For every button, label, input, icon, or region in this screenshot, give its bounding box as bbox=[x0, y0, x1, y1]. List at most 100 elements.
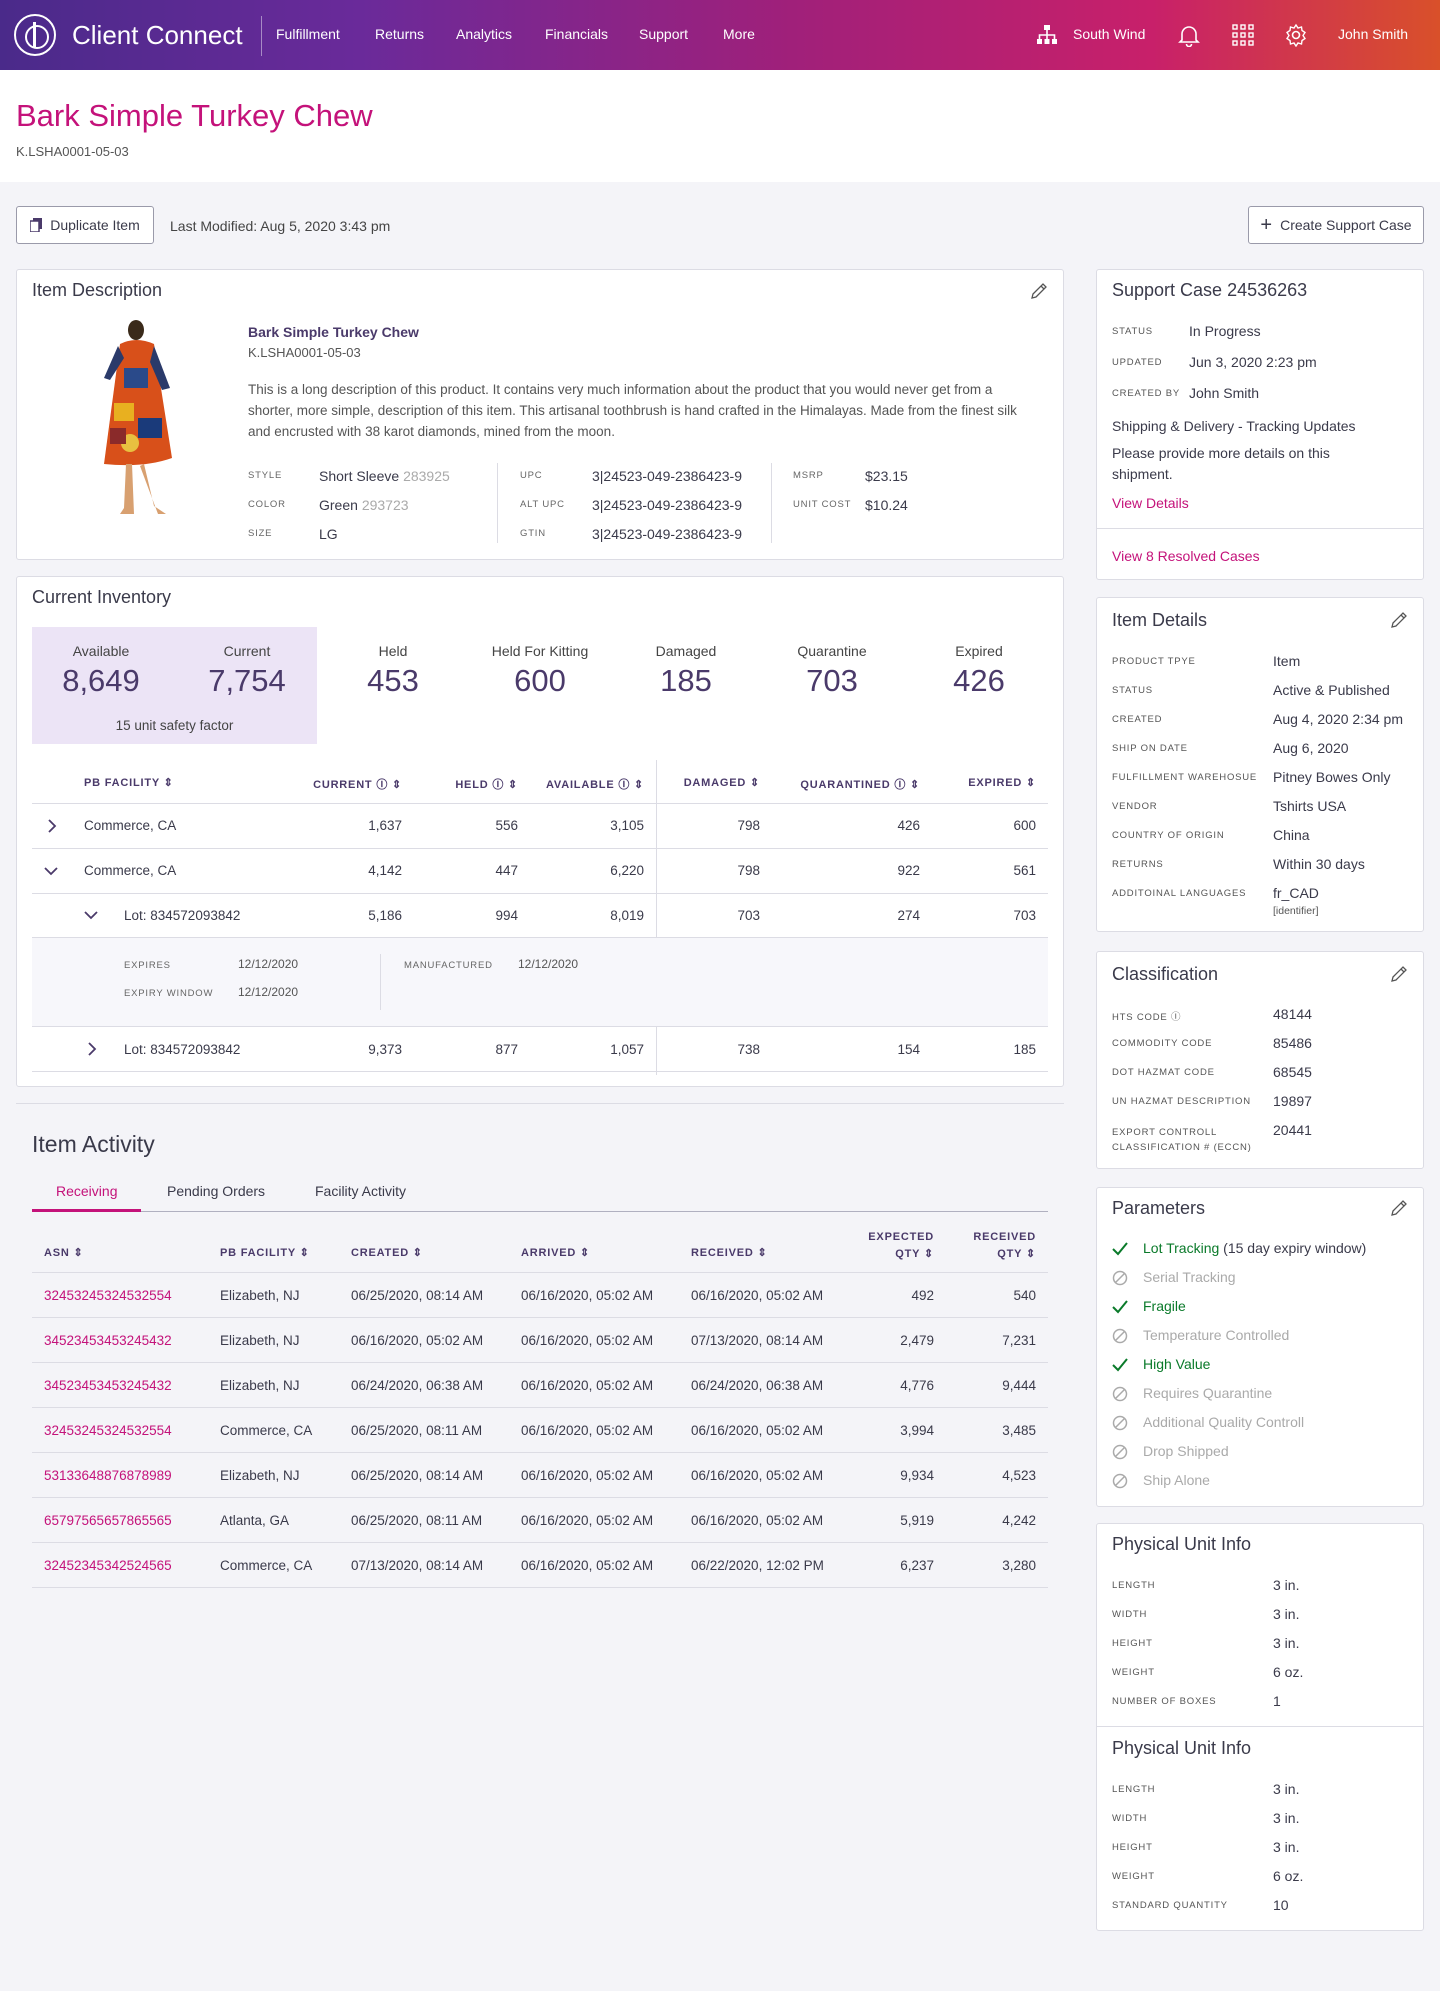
item-detail-value: China bbox=[1273, 827, 1310, 843]
edit-pencil-icon[interactable] bbox=[1390, 1199, 1408, 1217]
nav-fulfillment[interactable]: Fulfillment bbox=[276, 26, 340, 42]
un-hazmat-value: 19897 bbox=[1273, 1093, 1312, 1109]
asn-link[interactable]: 32453245324532554 bbox=[44, 1423, 172, 1438]
col-held[interactable]: Held ⓘ ⇕ bbox=[400, 776, 518, 792]
nav-returns[interactable]: Returns bbox=[375, 26, 424, 42]
parameter-label: Serial Tracking bbox=[1143, 1269, 1236, 1285]
tab-bar-line bbox=[32, 1211, 1048, 1212]
activity-facility: Elizabeth, NJ bbox=[220, 1333, 300, 1348]
asn-link[interactable]: 34523453453245432 bbox=[44, 1333, 172, 1348]
physical-unit-label: Width bbox=[1112, 1609, 1148, 1620]
eccn-value: 20441 bbox=[1273, 1122, 1312, 1138]
divider bbox=[32, 803, 1048, 804]
parameter-item: Lot Tracking (15 day expiry window) bbox=[1143, 1240, 1366, 1256]
nav-financials[interactable]: Financials bbox=[545, 26, 608, 42]
apps-grid-icon[interactable] bbox=[1232, 24, 1254, 46]
item-detail-label: Additoinal Languages bbox=[1112, 888, 1247, 899]
asn-link[interactable]: 32453245324532554 bbox=[44, 1288, 172, 1303]
account-name[interactable]: South Wind bbox=[1073, 26, 1145, 42]
item-detail-label: Returns bbox=[1112, 859, 1164, 870]
gear-icon[interactable] bbox=[1284, 23, 1308, 47]
chevron-down-icon[interactable] bbox=[83, 907, 99, 923]
tab-pending-orders[interactable]: Pending Orders bbox=[167, 1183, 265, 1199]
parameter-label: High Value bbox=[1143, 1356, 1211, 1372]
edit-pencil-icon[interactable] bbox=[1390, 965, 1408, 983]
divider bbox=[32, 1071, 1048, 1072]
col-current[interactable]: Current ⓘ ⇕ bbox=[262, 776, 402, 792]
inv-row-available: 1,057 bbox=[610, 1042, 644, 1057]
activity-expected-qty: 6,237 bbox=[900, 1558, 934, 1573]
inv-row-facility: Commerce, CA bbox=[84, 818, 177, 833]
item-detail-label: Product Tpye bbox=[1112, 656, 1196, 667]
tab-facility-activity[interactable]: Facility Activity bbox=[315, 1183, 406, 1199]
parameter-label: Additional Quality Controll bbox=[1143, 1414, 1305, 1430]
nav-support[interactable]: Support bbox=[639, 26, 688, 42]
col-received[interactable]: Received ⇕ bbox=[691, 1246, 768, 1259]
chevron-right-icon[interactable] bbox=[84, 1041, 100, 1057]
col-quarantined[interactable]: Quarantined ⓘ ⇕ bbox=[760, 776, 920, 792]
view-details-link[interactable]: View Details bbox=[1112, 495, 1189, 511]
divider bbox=[380, 954, 381, 1010]
msrp-label: MSRP bbox=[793, 470, 824, 481]
alt-upc-value: 3|24523-049-2386423-9 bbox=[592, 497, 742, 513]
bell-icon[interactable] bbox=[1178, 23, 1200, 47]
chevron-down-icon[interactable] bbox=[43, 863, 59, 879]
activity-expected-qty: 492 bbox=[911, 1288, 934, 1303]
col-asn[interactable]: ASN ⇕ bbox=[44, 1246, 84, 1259]
asn-link[interactable]: 53133648876878989 bbox=[44, 1468, 172, 1483]
item-details-title: Item Details bbox=[1112, 610, 1208, 630]
activity-facility: Commerce, CA bbox=[220, 1423, 313, 1438]
app-logo-icon[interactable] bbox=[14, 14, 56, 56]
col-expired[interactable]: Expired ⇕ bbox=[920, 776, 1036, 789]
col-available[interactable]: Available ⓘ ⇕ bbox=[510, 776, 644, 792]
inv-row-current: 9,373 bbox=[368, 1042, 402, 1057]
activity-created: 06/25/2020, 08:11 AM bbox=[351, 1513, 483, 1528]
parameter-label: Drop Shipped bbox=[1143, 1443, 1229, 1459]
plus-icon: + bbox=[1260, 214, 1273, 236]
col-created[interactable]: Created ⇕ bbox=[351, 1246, 423, 1259]
activity-received-qty: 3,485 bbox=[1002, 1423, 1036, 1438]
divider bbox=[1096, 1726, 1424, 1727]
physical-unit-value: 3 in. bbox=[1273, 1635, 1300, 1651]
resolved-cases-link[interactable]: View 8 Resolved Cases bbox=[1112, 548, 1260, 564]
col-arrived[interactable]: Arrived ⇕ bbox=[521, 1246, 590, 1259]
divider bbox=[32, 1026, 1048, 1027]
asn-link[interactable]: 34523453453245432 bbox=[44, 1378, 172, 1393]
support-message: Please provide more details on this ship… bbox=[1112, 445, 1330, 482]
asn-link[interactable]: 32452345342524565 bbox=[44, 1558, 172, 1573]
duplicate-item-label: Duplicate Item bbox=[50, 217, 140, 233]
activity-received-qty: 540 bbox=[1013, 1288, 1036, 1303]
nav-more[interactable]: More bbox=[723, 26, 755, 42]
edit-pencil-icon[interactable] bbox=[1030, 282, 1048, 300]
create-support-case-button[interactable]: + Create Support Case bbox=[1248, 206, 1424, 244]
edit-pencil-icon[interactable] bbox=[1390, 611, 1408, 629]
info-icon: ⓘ bbox=[1170, 1012, 1182, 1023]
inv-row-available: 8,019 bbox=[610, 908, 644, 923]
inv-lot-name: Lot: 834572093842 bbox=[124, 1042, 241, 1057]
physical-unit-value: 1 bbox=[1273, 1693, 1281, 1709]
col-pb-facility[interactable]: PB Facility ⇕ bbox=[220, 1246, 310, 1259]
expires-label: Expires bbox=[124, 960, 171, 971]
col-pb-facility[interactable]: PB Facility ⇕ bbox=[84, 776, 174, 789]
app-title[interactable]: Client Connect bbox=[72, 20, 243, 51]
nav-analytics[interactable]: Analytics bbox=[456, 26, 512, 42]
org-hierarchy-icon[interactable] bbox=[1036, 24, 1058, 46]
activity-expected-qty: 4,776 bbox=[900, 1378, 934, 1393]
activity-facility: Elizabeth, NJ bbox=[220, 1468, 300, 1483]
col-damaged[interactable]: Damaged ⇕ bbox=[640, 776, 760, 789]
stat-available-value: 8,649 bbox=[62, 663, 140, 698]
physical-unit-label: Length bbox=[1112, 1784, 1156, 1795]
tab-receiving[interactable]: Receiving bbox=[56, 1183, 117, 1199]
physical-unit-value: 3 in. bbox=[1273, 1781, 1300, 1797]
asn-link[interactable]: 65797565657865565 bbox=[44, 1513, 172, 1528]
duplicate-item-button[interactable]: Duplicate Item bbox=[16, 206, 154, 244]
col-received-qty[interactable]: Received Qty ⇕ bbox=[920, 1229, 1036, 1263]
inv-row-quarantined: 922 bbox=[897, 863, 920, 878]
item-detail-value: Within 30 days bbox=[1273, 856, 1365, 872]
commodity-code-label: Commodity Code bbox=[1112, 1038, 1213, 1049]
disabled-icon bbox=[1112, 1444, 1128, 1460]
activity-received-qty: 7,231 bbox=[1002, 1333, 1036, 1348]
user-menu[interactable]: John Smith bbox=[1338, 26, 1408, 42]
col-expected-qty[interactable]: Expected Qty ⇕ bbox=[800, 1229, 934, 1263]
chevron-right-icon[interactable] bbox=[44, 818, 60, 834]
